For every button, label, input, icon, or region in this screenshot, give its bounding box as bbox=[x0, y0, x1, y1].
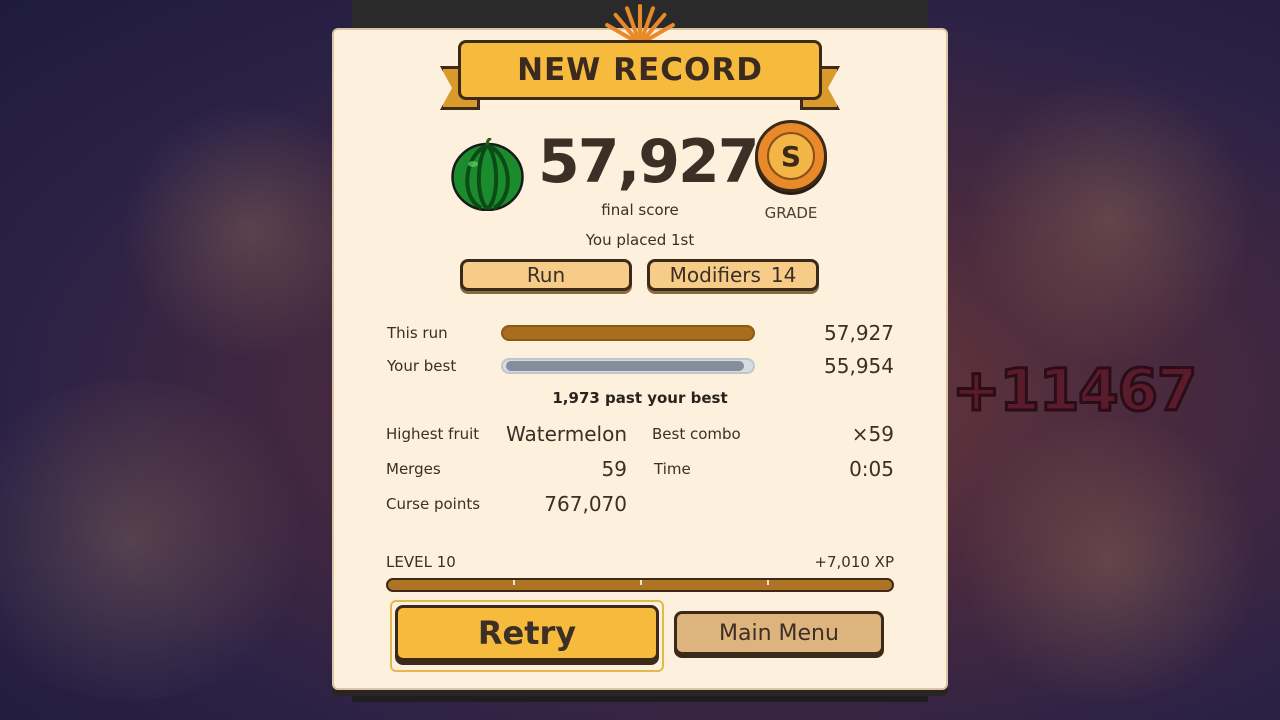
placement-text: You placed 1st bbox=[585, 231, 695, 249]
watermelon-icon bbox=[451, 138, 524, 211]
your-best-label: Your best bbox=[387, 357, 457, 375]
this-run-bar bbox=[501, 325, 755, 341]
this-run-label: This run bbox=[387, 324, 448, 342]
tab-modifiers[interactable]: Modifiers 14 bbox=[647, 259, 819, 291]
level-progress-bar bbox=[386, 578, 894, 592]
grade-medal: S bbox=[755, 120, 827, 192]
level-label: LEVEL 10 bbox=[386, 553, 456, 571]
banner-title: NEW RECORD bbox=[458, 40, 822, 100]
retry-button[interactable]: Retry bbox=[395, 605, 659, 661]
delta-text: 1,973 past your best bbox=[552, 389, 728, 407]
your-best-bar bbox=[501, 358, 755, 374]
background-glow bbox=[960, 80, 1260, 360]
grade-letter: S bbox=[767, 132, 815, 180]
final-score-label: final score bbox=[601, 201, 679, 219]
xp-gain: +7,010 XP bbox=[814, 553, 894, 571]
final-score: 57,927 bbox=[538, 127, 760, 197]
tab-run[interactable]: Run bbox=[460, 259, 632, 291]
modifiers-count: 14 bbox=[770, 263, 797, 287]
new-record-banner: NEW RECORD bbox=[440, 40, 840, 114]
background-glow bbox=[0, 380, 320, 700]
progress-tick bbox=[767, 580, 769, 585]
progress-tick bbox=[640, 580, 642, 585]
merges-value: 59 bbox=[601, 457, 627, 481]
your-best-bar-fill bbox=[506, 361, 744, 371]
curse-points-label: Curse points bbox=[386, 495, 481, 513]
main-menu-button[interactable]: Main Menu bbox=[674, 611, 884, 655]
highest-fruit-label: Highest fruit bbox=[386, 425, 480, 443]
time-value: 0:05 bbox=[849, 457, 894, 481]
tab-modifiers-label: Modifiers bbox=[669, 263, 761, 287]
grade-label: GRADE bbox=[764, 204, 818, 222]
curse-points-value: 767,070 bbox=[544, 492, 627, 516]
this-run-value: 57,927 bbox=[824, 321, 894, 345]
best-combo-value: ×59 bbox=[851, 422, 894, 446]
merges-label: Merges bbox=[386, 460, 441, 478]
highest-fruit-value: Watermelon bbox=[505, 422, 627, 446]
background-glow bbox=[950, 420, 1270, 700]
sunburst-decoration bbox=[600, 0, 680, 44]
your-best-value: 55,954 bbox=[824, 354, 894, 378]
score-popup: +11467 bbox=[950, 355, 1198, 426]
tab-run-label: Run bbox=[526, 263, 566, 287]
progress-tick bbox=[513, 580, 515, 585]
best-combo-label: Best combo bbox=[652, 425, 741, 443]
time-label: Time bbox=[654, 460, 691, 478]
game-board-bottom bbox=[352, 690, 928, 702]
